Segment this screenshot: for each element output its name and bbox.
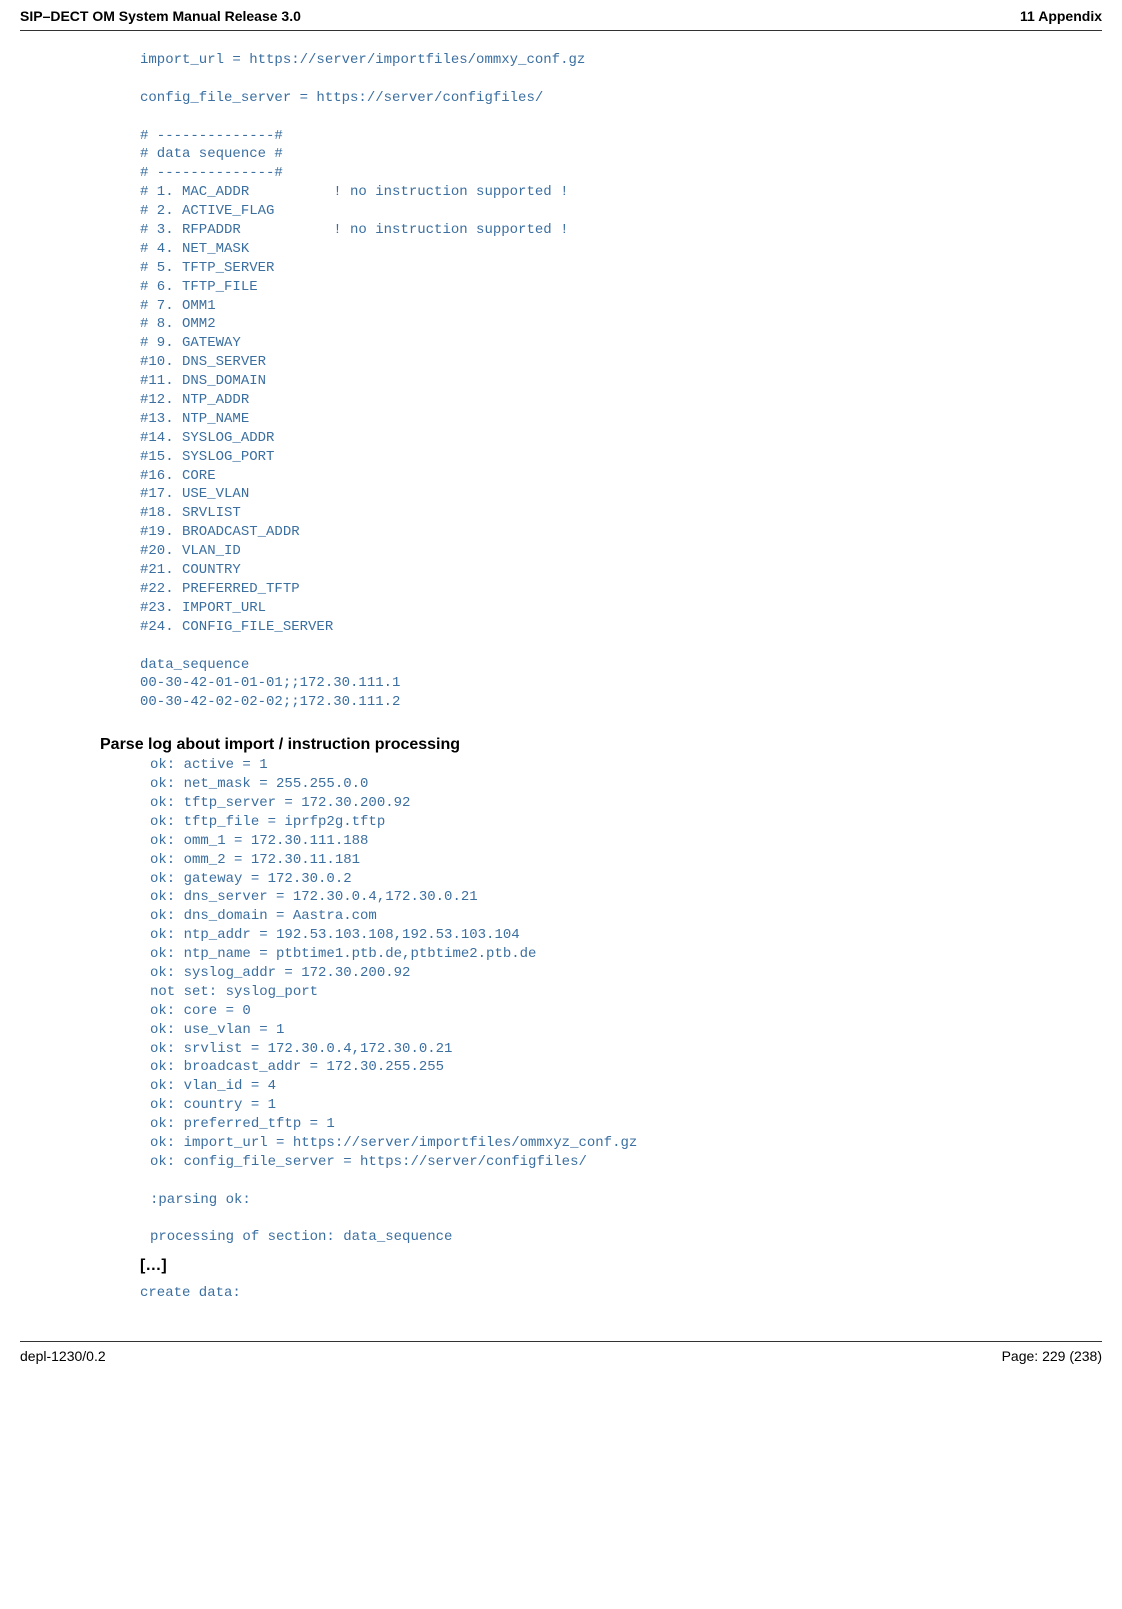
create-data-line: create data: bbox=[140, 1285, 982, 1301]
footer-left: depl-1230/0.2 bbox=[20, 1348, 106, 1364]
footer-rule bbox=[20, 1341, 1102, 1342]
footer-right: Page: 229 (238) bbox=[1002, 1348, 1102, 1364]
header-right: 11 Appendix bbox=[1020, 8, 1102, 24]
ellipsis: […] bbox=[140, 1257, 982, 1275]
header-rule bbox=[20, 30, 1102, 31]
section-heading: Parse log about import / instruction pro… bbox=[100, 736, 982, 754]
parse-log-block: ok: active = 1 ok: net_mask = 255.255.0.… bbox=[150, 756, 982, 1247]
page-footer: depl-1230/0.2 Page: 229 (238) bbox=[0, 1348, 1122, 1376]
config-code-block: import_url = https://server/importfiles/… bbox=[140, 51, 982, 712]
content: import_url = https://server/importfiles/… bbox=[0, 51, 1122, 1301]
header-left: SIP–DECT OM System Manual Release 3.0 bbox=[20, 8, 301, 24]
page-header: SIP–DECT OM System Manual Release 3.0 11… bbox=[0, 0, 1122, 30]
